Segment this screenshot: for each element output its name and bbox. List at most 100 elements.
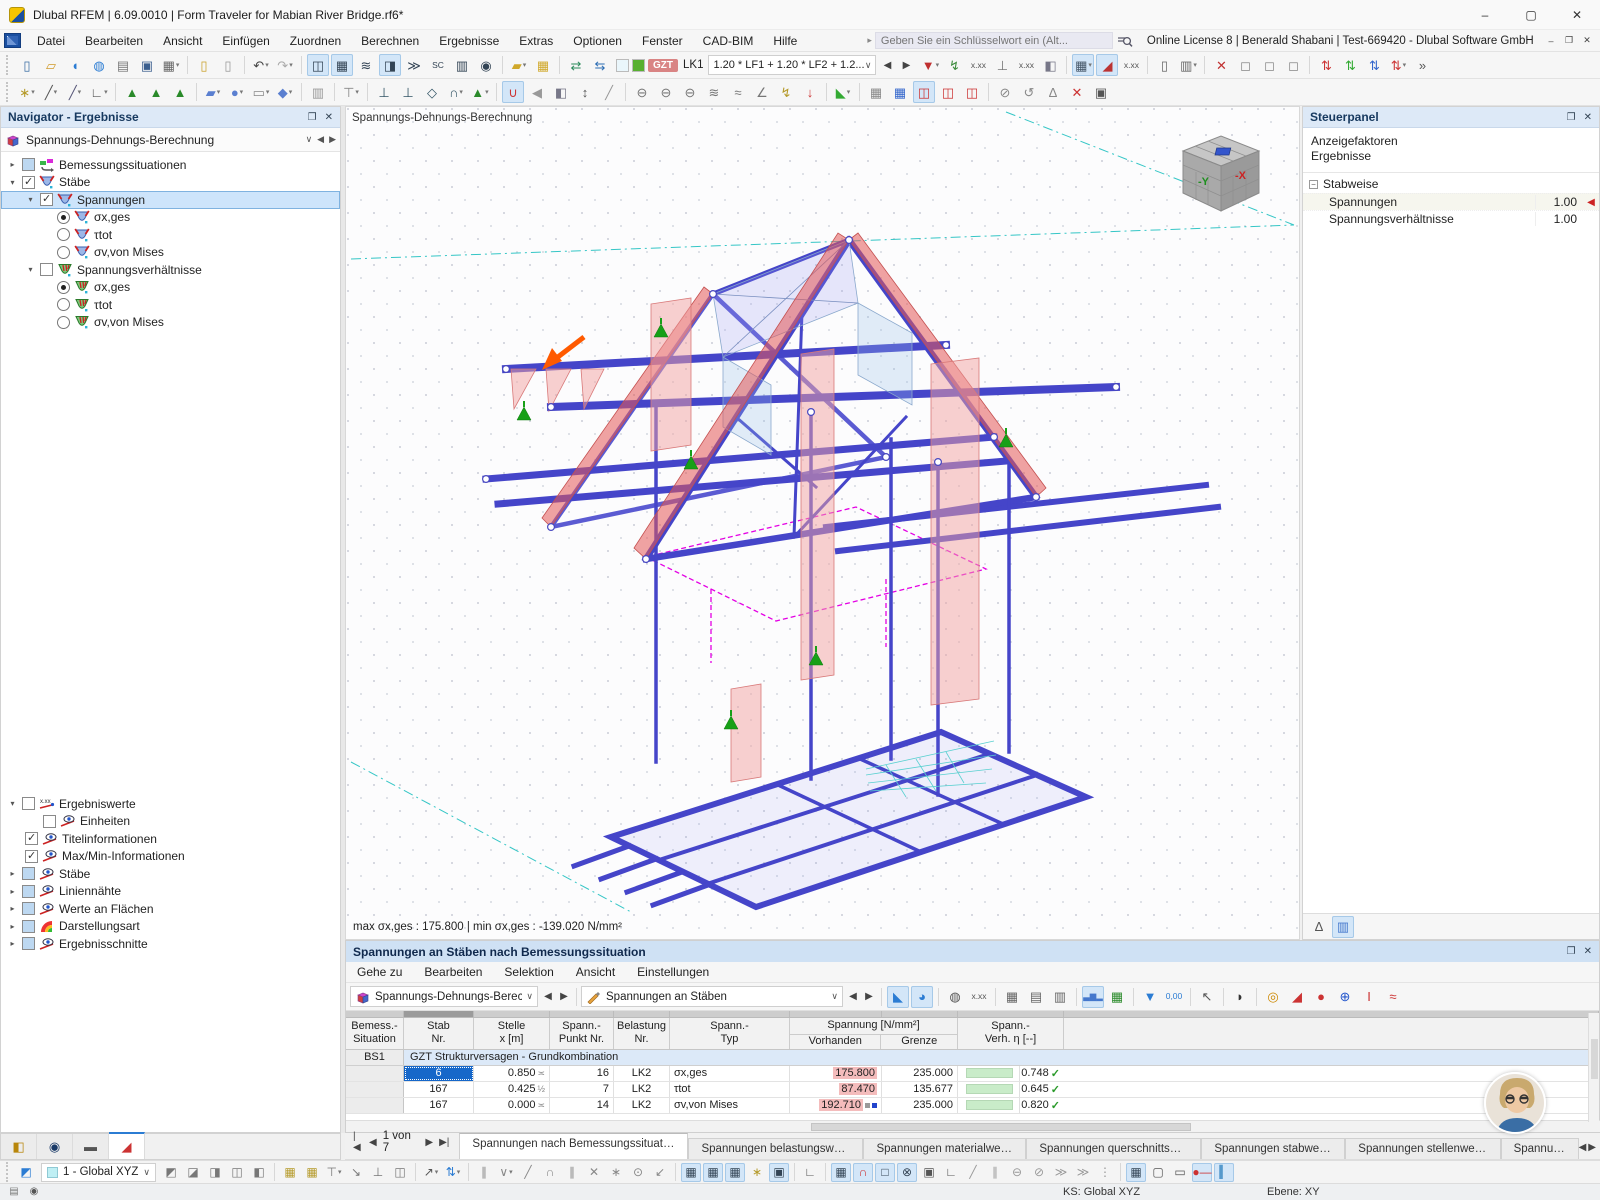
doc-minimize-icon[interactable]: ‒ [1542, 33, 1560, 49]
lightning-icon[interactable]: ↯ [775, 81, 797, 103]
menu-einfuegen[interactable]: Einfügen [212, 31, 279, 51]
collapse-icon[interactable]: ▾ [25, 195, 36, 204]
radio-selected[interactable] [57, 281, 70, 294]
new-table-icon[interactable]: ▯ [193, 54, 215, 76]
snap-ortho-icon[interactable]: ⊖ [1007, 1163, 1027, 1182]
tree-item-ratio-sigma-x[interactable]: σx,ges [1, 279, 340, 297]
result-beam-icon[interactable]: ∪ [502, 81, 524, 103]
model-3d-view[interactable] [346, 107, 1300, 940]
scale-balance-icon[interactable]: ∆ [1308, 916, 1330, 938]
find-icon[interactable]: ◎ [1262, 986, 1284, 1008]
grid-a-icon[interactable]: ▦ [865, 81, 887, 103]
menu-selektion[interactable]: Selektion [493, 962, 564, 982]
menu-optionen[interactable]: Optionen [563, 31, 632, 51]
menu-ergebnisse[interactable]: Ergebnisse [429, 31, 509, 51]
clip-3-icon[interactable]: ◫ [961, 81, 983, 103]
close-panel-icon[interactable]: ✕ [1584, 112, 1592, 123]
tree-item-darstellungsart[interactable]: ▸ Darstellungsart [1, 918, 340, 936]
edit-grid2-icon[interactable]: ▦ [302, 1163, 322, 1182]
checkbox-partial[interactable] [22, 937, 35, 950]
delete-results-icon[interactable]: ✕ [1210, 54, 1232, 76]
release-z-icon[interactable]: ⊖ [679, 81, 701, 103]
tree-item-ergebnisschnitte[interactable]: ▸ Ergebnisschnitte [1, 935, 340, 953]
snap-circle-icon[interactable]: ⊗ [897, 1163, 917, 1182]
next-type-icon[interactable]: ▶ [861, 991, 877, 1002]
table-row[interactable]: 6 0.850≍ 16 LK2 σx,ges 175.800 235.000 0… [346, 1066, 1599, 1082]
checkbox-checked[interactable] [25, 850, 38, 863]
checkbox-checked[interactable] [25, 832, 38, 845]
sel-rect-icon[interactable]: ▢ [1148, 1163, 1168, 1182]
guideline-4-icon[interactable]: ◫ [227, 1163, 247, 1182]
steel-section-icon[interactable]: I [1358, 986, 1380, 1008]
comment-icon[interactable]: ◗ [1229, 986, 1251, 1008]
minimize-button[interactable]: – [1462, 0, 1508, 30]
generate-sc-icon[interactable]: SC [427, 54, 449, 76]
arrow-down-icon[interactable]: ↓ [799, 81, 821, 103]
snap-ellipse-icon[interactable]: ⊘ [1029, 1163, 1049, 1182]
tab-spannungen-more[interactable]: Spannungen [1501, 1138, 1579, 1159]
checkbox-partial[interactable] [22, 920, 35, 933]
grid-b-icon[interactable]: ▦ [889, 81, 911, 103]
show-values-icon[interactable]: x.xx [967, 54, 989, 76]
chevron-down-icon[interactable]: ∨ [526, 991, 533, 1002]
tree-item-ratio-tau[interactable]: τtot [1, 296, 340, 314]
table-layout3-icon[interactable]: ▥ [1049, 986, 1071, 1008]
new-support2-icon[interactable]: ▲ [145, 81, 167, 103]
keyword-searchbox[interactable] [875, 32, 1113, 49]
connect-line-icon[interactable]: ●— [1192, 1163, 1212, 1182]
user-avatar[interactable] [1484, 1072, 1546, 1134]
import-icon[interactable]: ⇄ [565, 54, 587, 76]
snap-ext2-icon[interactable]: ≫ [1073, 1163, 1093, 1182]
col-belastung[interactable]: BelastungNr. [614, 1018, 670, 1049]
toolbar-grip[interactable] [6, 55, 11, 75]
snap-star-icon[interactable]: ∗ [747, 1163, 767, 1182]
offset-icon[interactable]: ∥ [562, 1163, 582, 1182]
checkbox-unchecked[interactable] [43, 815, 56, 828]
tree-item-einheiten[interactable]: Einheiten [1, 813, 340, 831]
table-category-select[interactable]: Spannungs-Dehnungs-Berec... ∨ [350, 986, 538, 1007]
console-icon[interactable]: ≫ [403, 54, 425, 76]
col-stelle[interactable]: Stellex [m] [474, 1018, 550, 1049]
next-table-icon[interactable]: ▶ [556, 991, 572, 1002]
factor-value[interactable]: 1.00 [1535, 195, 1583, 209]
section-box-icon[interactable]: ◧ [550, 81, 572, 103]
col-spann-punkt[interactable]: Spann.-Punkt Nr. [550, 1018, 614, 1049]
distribution-icon[interactable]: ≋ [703, 81, 725, 103]
panel-chart-icon[interactable]: ▥ [1332, 916, 1354, 938]
prev-loadcase-icon[interactable]: ◀ [879, 60, 895, 71]
prev-type-icon[interactable]: ◀ [845, 991, 861, 1002]
new-member-icon[interactable]: ╱▾ [64, 81, 86, 103]
axis-y-icon[interactable]: ⇅ [1339, 54, 1361, 76]
new-opening-icon[interactable]: ▭▾ [250, 81, 272, 103]
next-loadcase-icon[interactable]: ▶ [898, 60, 914, 71]
menu-zuordnen[interactable]: Zuordnen [280, 31, 351, 51]
print-icon[interactable]: ▦▾ [160, 54, 182, 76]
dim-xy-icon[interactable]: ↘ [346, 1163, 366, 1182]
last-page-icon[interactable]: ▶| [439, 1137, 449, 1148]
factor-row-spannungsverhaeltnisse[interactable]: Spannungsverhältnisse 1.00 [1303, 210, 1599, 227]
radio[interactable] [57, 246, 70, 259]
tree-item-bemessungssituationen[interactable]: ▸ Bemessungssituationen [1, 156, 340, 174]
back-view-icon[interactable]: ◀ [526, 81, 548, 103]
frame-icon[interactable]: ◫ [390, 1163, 410, 1182]
tab-spannungen-querschnittsweise[interactable]: Spannungen querschnittsweise [1026, 1138, 1201, 1159]
float-panel-icon[interactable]: ❐ [1567, 112, 1576, 123]
settings-icon[interactable]: ▣ [1090, 81, 1112, 103]
release-y-icon[interactable]: ⊖ [655, 81, 677, 103]
print-preview-icon[interactable]: ▤ [112, 54, 134, 76]
maximize-button[interactable]: ▢ [1508, 0, 1554, 30]
new-solid-icon[interactable]: ●▾ [226, 81, 248, 103]
dot-grid-icon[interactable]: ▦ [1126, 1163, 1146, 1182]
chevron-down-icon[interactable]: ∨ [143, 1167, 150, 1178]
tab-visibility-navigator[interactable]: ▬ [73, 1134, 109, 1159]
diagram-icon[interactable]: ◢ [1286, 986, 1308, 1008]
angle-icon[interactable]: ∠ [751, 81, 773, 103]
rotate-icon[interactable]: ↺ [1018, 81, 1040, 103]
tree-item-maxmin[interactable]: Max/Min-Informationen [1, 848, 340, 866]
member-hinge-icon[interactable]: ◇ [421, 81, 443, 103]
axis-z-icon[interactable]: ⇅ [1363, 54, 1385, 76]
menu-ansicht[interactable]: Ansicht [153, 31, 212, 51]
tree-item-sigma-x-ges[interactable]: σx,ges [1, 209, 340, 227]
table-row[interactable]: 167 0.000≍ 14 LK2 σv,von Mises 192.710 2… [346, 1098, 1599, 1114]
wave-icon[interactable]: ≈ [1382, 986, 1404, 1008]
